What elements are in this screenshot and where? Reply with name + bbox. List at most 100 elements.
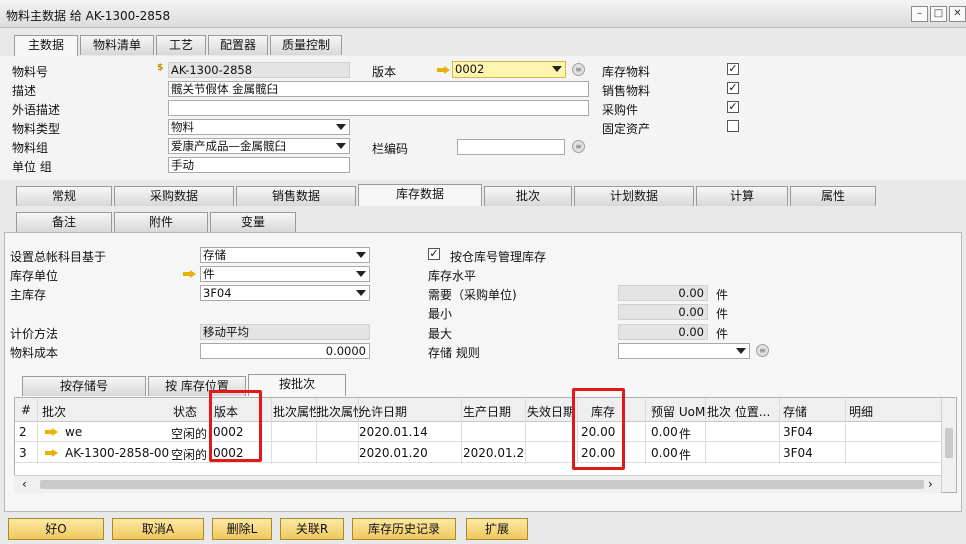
foreign-desc-field[interactable]: [168, 100, 589, 116]
desc-field[interactable]: 髋关节假体 金属髋臼: [168, 81, 589, 97]
table-row[interactable]: 3 AK-1300-2858-0001 空闲的 0002 2020.01.20 …: [15, 443, 942, 463]
storage-rule-label: 存储 规则: [428, 346, 480, 360]
barcode-field[interactable]: [457, 139, 565, 155]
tab-attachments[interactable]: 附件: [114, 212, 208, 232]
tab-quality[interactable]: 质量控制: [270, 35, 342, 55]
inv-uom-label: 库存单位: [10, 269, 59, 283]
chevron-right-icon[interactable]: ›: [928, 477, 933, 491]
gl-method-label: 设置总帐科目基于: [10, 250, 107, 264]
expand-button[interactable]: 扩展: [466, 518, 528, 540]
tab-properties[interactable]: 属性: [790, 186, 876, 206]
ok-button[interactable]: 好O: [8, 518, 104, 540]
grid-divider: [461, 398, 462, 464]
tab-configurator[interactable]: 配置器: [208, 35, 268, 55]
main-wh-select[interactable]: 3F04: [200, 285, 370, 301]
desc-label: 描述: [12, 84, 37, 98]
version-select[interactable]: 0002: [452, 61, 566, 78]
link-arrow-icon[interactable]: [45, 449, 59, 457]
uom-group-field[interactable]: 手动: [168, 157, 350, 173]
tab-purchasing[interactable]: 采购数据: [114, 186, 234, 206]
delete-button[interactable]: 删除L: [212, 518, 272, 540]
fixed-asset-checkbox[interactable]: [727, 120, 739, 132]
min-label: 最小: [428, 307, 453, 321]
link-button[interactable]: 关联R: [280, 518, 344, 540]
horizontal-scrollbar[interactable]: ‹ ›: [14, 475, 941, 493]
tab-by-batch[interactable]: 按批次: [248, 374, 346, 396]
chevron-left-icon[interactable]: ‹: [22, 477, 27, 491]
item-type-select[interactable]: 物料: [168, 119, 350, 135]
grid-divider: [316, 398, 317, 464]
grid-divider: [358, 398, 359, 464]
tab-sales[interactable]: 销售数据: [236, 186, 356, 206]
window-title: 物料主数据 给 AK-1300-2858: [6, 9, 171, 23]
inv-uom-select[interactable]: 件: [200, 266, 370, 282]
manage-by-wh-checkbox[interactable]: ✓: [428, 248, 440, 260]
foreign-desc-label: 外语描述: [12, 103, 61, 117]
purch-item-label: 采购件: [602, 103, 639, 117]
col-expiry-date[interactable]: 失效日期: [527, 403, 575, 420]
close-icon[interactable]: ✕: [949, 6, 966, 22]
max-unit: 件: [716, 327, 729, 341]
tab-planning[interactable]: 计划数据: [574, 186, 694, 206]
link-arrow-icon[interactable]: [437, 66, 451, 74]
tab-routing[interactable]: 工艺: [156, 35, 206, 55]
tab-general[interactable]: 常规: [16, 186, 112, 206]
minimize-icon[interactable]: –: [911, 6, 928, 22]
info-icon[interactable]: ≡: [572, 140, 585, 153]
tab-main-data[interactable]: 主数据: [14, 35, 78, 57]
highlight-version-column: [209, 390, 262, 462]
info-icon[interactable]: ≡: [572, 63, 585, 76]
valuation-field: 移动平均: [200, 324, 370, 340]
chevron-down-icon: [336, 143, 346, 149]
col-attr2[interactable]: 批次属性2: [317, 403, 361, 420]
scroll-thumb[interactable]: [40, 480, 924, 489]
inv-item-label: 库存物料: [602, 65, 651, 79]
item-type-label: 物料类型: [12, 122, 61, 136]
manage-by-wh-label: 按仓库号管理库存: [450, 250, 547, 264]
col-batch-location[interactable]: 批次 位置...: [707, 403, 777, 420]
required-label: 需要（采购单位): [428, 288, 517, 302]
tab-by-warehouse[interactable]: 按存储号: [22, 376, 146, 396]
col-attr1[interactable]: 批次属性1: [273, 403, 318, 420]
grid-divider: [525, 398, 526, 464]
min-field: 0.00: [618, 304, 708, 320]
info-icon[interactable]: ≡: [756, 344, 769, 357]
storage-rule-select[interactable]: [618, 343, 750, 359]
chevron-down-icon: [356, 271, 366, 277]
stock-history-button[interactable]: 库存历史记录: [352, 518, 456, 540]
tab-bom[interactable]: 物料清单: [80, 35, 154, 55]
item-no-label: 物料号: [12, 65, 49, 79]
item-group-select[interactable]: 爱康产成品—金属髋臼: [168, 138, 350, 154]
item-cost-field[interactable]: 0.0000: [200, 343, 370, 359]
link-arrow-icon[interactable]: [183, 270, 197, 278]
tab-variants[interactable]: 变量: [210, 212, 296, 232]
tab-remarks[interactable]: 备注: [16, 212, 112, 232]
col-warehouse[interactable]: 存储: [783, 403, 807, 420]
grid-divider: [779, 398, 780, 464]
col-details[interactable]: 明细: [849, 403, 873, 420]
col-no[interactable]: #: [21, 403, 31, 417]
col-batch[interactable]: 批次: [42, 403, 66, 420]
inv-item-checkbox[interactable]: ✓: [727, 63, 739, 75]
item-cost-label: 物料成本: [10, 346, 59, 360]
tab-calc[interactable]: 计算: [696, 186, 788, 206]
min-unit: 件: [716, 307, 729, 321]
purch-item-checkbox[interactable]: ✓: [727, 101, 739, 113]
cancel-button[interactable]: 取消A: [112, 518, 204, 540]
col-reserved-uom[interactable]: 预留 UoM: [651, 403, 705, 420]
maximize-icon[interactable]: □: [930, 6, 947, 22]
col-prod-date[interactable]: 生产日期: [463, 403, 511, 420]
scroll-thumb[interactable]: [945, 428, 953, 458]
gl-method-select[interactable]: 存储: [200, 247, 370, 263]
vertical-scrollbar[interactable]: [941, 398, 956, 492]
col-allow-date[interactable]: 允许日期: [359, 403, 407, 420]
grid-divider: [845, 398, 846, 464]
item-no-field[interactable]: AK-1300-2858: [168, 62, 350, 78]
tab-batch[interactable]: 批次: [484, 186, 572, 206]
table-row[interactable]: 2 we 空闲的 0002 2020.01.14 20.00 0.00 件 3F…: [15, 422, 942, 442]
tab-inventory[interactable]: 库存数据: [358, 184, 482, 206]
valuation-label: 计价方法: [10, 327, 59, 341]
col-status[interactable]: 状态: [173, 403, 197, 420]
sales-item-checkbox[interactable]: ✓: [727, 82, 739, 94]
link-arrow-icon[interactable]: [45, 428, 59, 436]
